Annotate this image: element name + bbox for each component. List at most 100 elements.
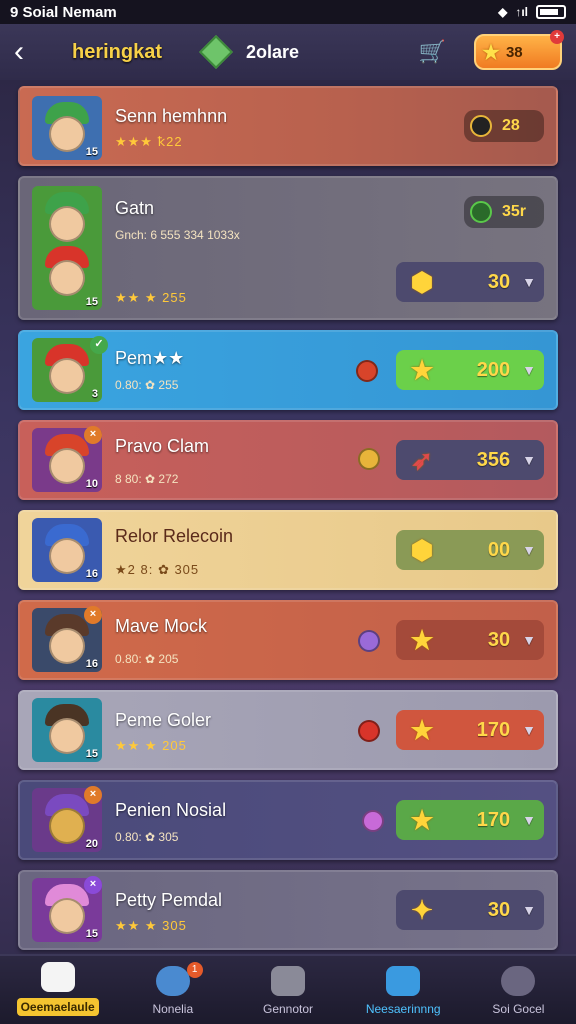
gold-icon: [358, 448, 380, 470]
list-item[interactable]: 20 × Penien Nosial 0.80: ✿ 305 ★ 170 ▼: [18, 780, 558, 860]
signal-icon: ↑ıl: [515, 5, 528, 19]
coin-count: 38: [505, 43, 523, 61]
add-coins-icon[interactable]: +: [550, 30, 564, 44]
tab-social[interactable]: Soi Gocel: [461, 956, 576, 1024]
cart-icon[interactable]: 🛒: [419, 39, 446, 65]
player-stats: 0.80: ✿ 305: [115, 830, 179, 844]
player-name: Pravo Clam: [115, 436, 210, 456]
coin-icon: [470, 115, 492, 137]
player-stats-secondary: ★★ ★ 255: [115, 290, 187, 305]
potion-icon: [362, 810, 384, 832]
close-badge-icon: ×: [84, 606, 102, 624]
price-value: 170: [476, 808, 511, 831]
carrier-label: 9 Soial Nemam: [10, 3, 117, 21]
star-icon: ★: [410, 624, 434, 655]
buy-button[interactable]: ✦ 30 ▼: [396, 890, 544, 930]
player-name: Gatn: [115, 198, 155, 218]
top-header: ‹ heringkat 2olare 🛒 ★ 38 +: [0, 24, 576, 80]
buy-button[interactable]: ★ 30 ▼: [396, 620, 544, 660]
chevron-down-icon: ▼: [522, 362, 536, 378]
tab-ranking[interactable]: Neesaerinnng: [346, 956, 461, 1024]
gold-icon: ⬢: [410, 266, 434, 297]
player-name: Relor Relecoin: [115, 526, 234, 546]
price-value: 30: [487, 270, 511, 293]
orb-icon: [358, 630, 380, 652]
buy-button[interactable]: ★ 170 ▼: [396, 800, 544, 840]
price-value: 170: [476, 718, 511, 741]
player-stats: 8 80: ✿ 272: [115, 472, 179, 486]
avatar: 15: [32, 96, 102, 160]
page-title: heringkat: [72, 40, 163, 63]
star-icon: ★: [482, 41, 500, 64]
avatar: 15: [32, 698, 102, 762]
list-item[interactable]: 16 Relor Relecoin ★2 8: ✿ 305 ⬢ 00 ▼: [18, 510, 558, 590]
price-value: 30: [487, 628, 511, 651]
chevron-down-icon: ▼: [522, 902, 536, 918]
player-stats: Gnch: 6 555 334 1033x: [115, 228, 240, 242]
coin-icon: [470, 201, 492, 223]
buy-button[interactable]: ★ 200 ▼: [396, 350, 544, 390]
price-value: 200: [476, 358, 511, 381]
player-name: Mave Mock: [115, 616, 208, 636]
list-item[interactable]: 15 Gatn Gnch: 6 555 334 1033x ★★ ★ 255 3…: [18, 176, 558, 320]
list-item[interactable]: 10 × Pravo Clam 8 80: ✿ 272 ➶ 356 ▼: [18, 420, 558, 500]
status-bar: 9 Soial Nemam ◆ ↑ıl: [0, 0, 576, 24]
avatar: 16: [32, 518, 102, 582]
price-value: 28: [502, 117, 520, 134]
list-item[interactable]: 15 × Petty Pemdal ★★ ★ 305 ✦ 30 ▼: [18, 870, 558, 950]
player-name: Penien Nosial: [115, 800, 227, 820]
bomb-icon: [358, 720, 380, 742]
wifi-icon: ◆: [498, 5, 508, 19]
tab-home[interactable]: Oeemaelaule: [0, 956, 115, 1024]
chevron-down-icon: ▼: [522, 632, 536, 648]
star-icon: ★: [410, 804, 434, 835]
player-name: Pem★★: [115, 348, 185, 368]
bomb-icon: [356, 360, 378, 382]
player-stats: ★★★ ꝁ22: [115, 134, 183, 149]
close-badge-icon: ×: [84, 876, 102, 894]
player-name: Petty Pemdal: [115, 890, 223, 910]
buy-button[interactable]: ⬢ 00 ▼: [396, 530, 544, 570]
back-button[interactable]: ‹: [14, 35, 44, 69]
chevron-down-icon: ▼: [522, 452, 536, 468]
player-name: Peme Goler: [115, 710, 212, 730]
gem-count: 2olare: [246, 41, 300, 62]
player-stats: 0.80: ✿ 255: [115, 378, 179, 392]
close-badge-icon: ×: [84, 426, 102, 444]
bottom-tab-bar: Oeemaelaule 1 Nonelia Gennotor Neesaerin…: [0, 954, 576, 1024]
sparkle-icon: ✦: [411, 894, 433, 925]
ranking-list: 15 Senn hemhnn ★★★ ꝁ22 28 15 Gatn Gnch: …: [18, 86, 558, 960]
gold-icon: ⬢: [410, 534, 434, 565]
player-stats: ★2 8: ✿ 305: [115, 562, 200, 577]
chevron-down-icon: ▼: [522, 274, 536, 290]
price-badge[interactable]: 28: [464, 110, 544, 142]
check-badge-icon: ✓: [90, 336, 108, 354]
buy-button[interactable]: ★ 170 ▼: [396, 710, 544, 750]
gem-icon: [199, 35, 234, 69]
tab-notifications[interactable]: 1 Nonelia: [115, 956, 230, 1024]
price-value: 00: [487, 538, 511, 561]
buy-button[interactable]: ➶ 356 ▼: [396, 440, 544, 480]
price-value: 30: [487, 898, 511, 921]
player-stats: 0.80: ✿ 205: [115, 652, 179, 666]
tab-label: Neesaerinnng: [365, 1002, 441, 1016]
list-item[interactable]: 3 ✓ Pem★★ 0.80: ✿ 255 ★ 200 ▼: [18, 330, 558, 410]
chili-icon: ➶: [411, 444, 433, 475]
buy-button[interactable]: ⬢ 30 ▼: [396, 262, 544, 302]
list-item[interactable]: 15 Peme Goler ★★ ★ 205 ★ 170 ▼: [18, 690, 558, 770]
chat-icon: [501, 966, 536, 996]
price-badge[interactable]: 35r: [464, 196, 544, 228]
list-item[interactable]: 15 Senn hemhnn ★★★ ꝁ22 28: [18, 86, 558, 166]
tab-label: Soi Gocel: [492, 1002, 545, 1016]
bell-icon: [155, 966, 190, 996]
list-item[interactable]: 16 × Mave Mock 0.80: ✿ 205 ★ 30 ▼: [18, 600, 558, 680]
tab-generator[interactable]: Gennotor: [230, 956, 345, 1024]
leaderboard-icon: [386, 966, 421, 996]
avatar: 15: [32, 186, 102, 310]
anvil-icon: [271, 966, 305, 996]
chevron-down-icon: ▼: [522, 542, 536, 558]
player-stats: ★★ ★ 205: [115, 738, 187, 753]
tab-label: Oeemaelaule: [16, 998, 99, 1016]
coin-balance-button[interactable]: ★ 38 +: [474, 30, 564, 70]
home-icon: [40, 962, 75, 992]
